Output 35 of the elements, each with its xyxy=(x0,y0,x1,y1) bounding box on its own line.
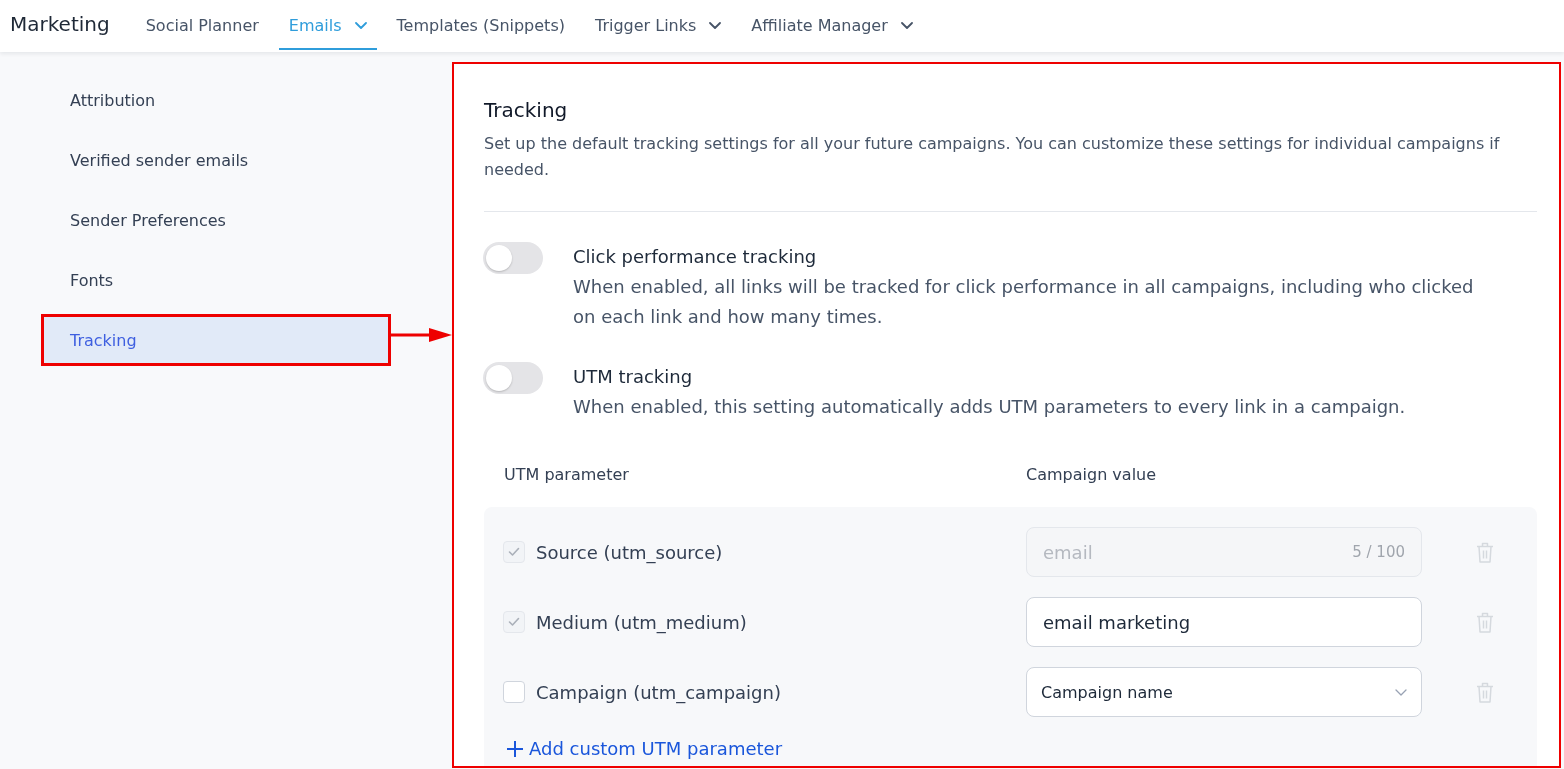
add-parameter-link[interactable]: Add custom UTM parameter xyxy=(507,737,1537,761)
panel-description: Set up the default tracking settings for all your future campaigns. You can customize these settings for individual campaigns if needed. xyxy=(484,133,1501,181)
parameter-label: Campaign (utm_campaign) xyxy=(536,681,781,703)
setting-description: When enabled, this setting automatically adds UTM parameters to every link in a campaign. xyxy=(573,395,1406,419)
setting-description: When enabled, all links will be tracked for click performance in all campaigns, including who clicked on each link and how many times. xyxy=(573,275,1475,329)
sidebar-item[interactable]: Tracking xyxy=(41,314,391,366)
checkbox[interactable] xyxy=(503,681,525,703)
chevron-down-icon xyxy=(709,21,722,29)
setting-label: UTM tracking xyxy=(573,365,694,389)
setting-label: Click performance tracking xyxy=(573,245,818,269)
chevron-down-icon xyxy=(1395,688,1407,696)
toggle-switch[interactable] xyxy=(483,242,543,274)
parameter-label: Source (utm_source) xyxy=(536,541,723,563)
column-header: Campaign value xyxy=(1026,465,1158,485)
nav-tab[interactable]: Trigger Links xyxy=(584,0,732,50)
chevron-down-icon xyxy=(354,21,367,29)
character-counter: 5 / 100 xyxy=(1352,543,1405,561)
nav-tab[interactable]: Affiliate Manager xyxy=(741,0,923,50)
checkmark-icon xyxy=(508,547,520,557)
column-header: UTM parameter xyxy=(504,465,630,485)
plus-icon xyxy=(507,741,523,757)
sidebar-item[interactable]: Fonts xyxy=(41,254,391,306)
toggle-switch[interactable] xyxy=(483,362,543,394)
nav-tab[interactable]: Social Planner xyxy=(135,0,269,50)
sidebar-item[interactable]: Sender Preferences xyxy=(41,194,391,246)
dropdown-field[interactable]: Campaign name xyxy=(1026,667,1422,717)
nav-tab[interactable]: Templates (Snippets) xyxy=(386,0,575,50)
parameter-label: Medium (utm_medium) xyxy=(536,611,747,633)
sidebar-item[interactable]: Attribution xyxy=(41,74,391,126)
chevron-down-icon xyxy=(900,21,913,29)
panel-title: Tracking xyxy=(484,98,569,122)
callout-arrow xyxy=(391,327,452,343)
checkmark-icon xyxy=(508,617,520,627)
app-title: Marketing xyxy=(10,12,110,36)
sidebar-item[interactable]: Verified sender emails xyxy=(41,134,391,186)
